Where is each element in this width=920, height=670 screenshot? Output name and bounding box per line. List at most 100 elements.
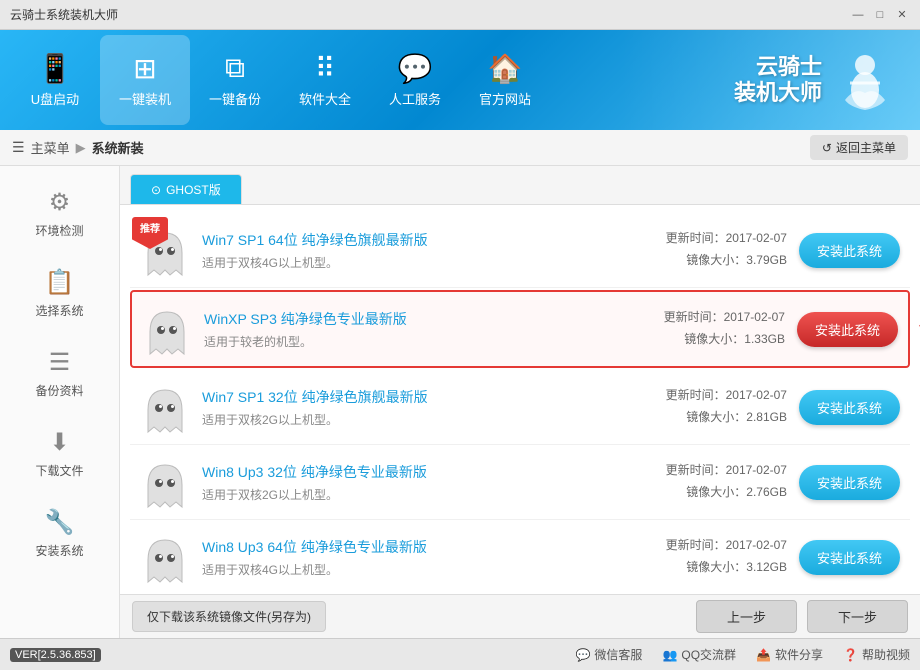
software-share[interactable]: 📤 软件分享 xyxy=(756,646,823,663)
sys-name-5[interactable]: Win8 Up3 64位 纯净绿色专业最新版 xyxy=(202,537,625,557)
backup-nav-label: 一键备份 xyxy=(209,89,261,108)
sys-desc-2: 适用于较老的机型。 xyxy=(204,333,623,350)
prev-button[interactable]: 上一步 xyxy=(696,600,797,633)
wechat-icon: 💬 xyxy=(575,648,590,662)
sys-desc-5: 适用于双核4G以上机型。 xyxy=(202,561,625,578)
qq-label: QQ交流群 xyxy=(681,646,736,663)
share-label: 软件分享 xyxy=(775,646,823,663)
system-item-5: Win8 Up3 64位 纯净绿色专业最新版适用于双核4G以上机型。更新时间：2… xyxy=(130,520,910,594)
header: 📱 U盘启动 ⊞ 一键装机 ⧉一键备份 ⠿ 软件大全 💬 人工服务 🏠官方网站 云骑士 装机大师 xyxy=(0,30,920,130)
share-icon: 📤 xyxy=(756,648,771,662)
wechat-label: 微信客服 xyxy=(594,646,642,663)
sys-info-2: WinXP SP3 纯净绿色专业最新版适用于较老的机型。 xyxy=(204,309,623,350)
sidebar: ⚙ 环境检测 📋选择系统 ☰ 备份资料 ⬇ 下载文件 🔧 安装系统 xyxy=(0,166,120,638)
software-nav-icon: ⠿ xyxy=(315,52,336,85)
sidebar-item-backup[interactable]: ☰ 备份资料 xyxy=(10,336,110,411)
status-bar: VER[2.5.36.853] 💬 微信客服 👥 QQ交流群 📤 软件分享 ❓ … xyxy=(0,638,920,670)
env-sidebar-label: 环境检测 xyxy=(35,222,83,239)
download-sidebar-label: 下载文件 xyxy=(35,462,83,479)
nav-item-onekey[interactable]: ⊞ 一键装机 xyxy=(100,35,190,125)
sidebar-item-install[interactable]: 🔧 安装系统 xyxy=(10,496,110,571)
system-list: 推荐Win7 SP1 64位 纯净绿色旗舰最新版适用于双核4G以上机型。更新时间… xyxy=(120,205,920,594)
wechat-service[interactable]: 💬 微信客服 xyxy=(575,646,642,663)
onekey-nav-label: 一键装机 xyxy=(119,89,171,108)
logo-area: 云骑士 装机大师 xyxy=(734,45,900,115)
ghost-icon-4 xyxy=(140,457,190,507)
breadcrumb-current: 系统新装 xyxy=(92,138,144,157)
sys-info-5: Win8 Up3 64位 纯净绿色专业最新版适用于双核4G以上机型。 xyxy=(202,537,625,578)
sidebar-item-env[interactable]: ⚙ 环境检测 xyxy=(10,176,110,251)
system-item-2: WinXP SP3 纯净绿色专业最新版适用于较老的机型。更新时间：2017-02… xyxy=(130,290,910,368)
window-controls: — □ ✕ xyxy=(850,7,910,23)
download-sidebar-icon: ⬇ xyxy=(49,428,69,457)
sys-meta-3: 更新时间：2017-02-07镜像大小：2.81GB xyxy=(637,385,787,428)
service-nav-label: 人工服务 xyxy=(389,89,441,108)
install-sidebar-label: 安装系统 xyxy=(35,542,83,559)
back-button[interactable]: ↺ 返回主菜单 xyxy=(810,135,908,160)
app-title: 云骑士系统装机大师 xyxy=(10,6,118,23)
breadcrumb-bar: ☰ 主菜单 ▶ 系统新装 ↺ 返回主菜单 xyxy=(0,130,920,166)
software-nav-label: 软件大全 xyxy=(299,89,351,108)
sys-meta-4: 更新时间：2017-02-07镜像大小：2.76GB xyxy=(637,460,787,503)
help-video[interactable]: ❓ 帮助视频 xyxy=(843,646,910,663)
system-item-3: Win7 SP1 32位 纯净绿色旗舰最新版适用于双核2G以上机型。更新时间：2… xyxy=(130,370,910,445)
breadcrumb-separator: ▶ xyxy=(76,140,86,156)
nav-item-service[interactable]: 💬 人工服务 xyxy=(370,35,460,125)
install-btn-4[interactable]: 安装此系统 xyxy=(799,465,900,500)
backup-sidebar-icon: ☰ xyxy=(49,348,71,377)
status-left: VER[2.5.36.853] xyxy=(10,648,101,662)
sys-meta-1: 更新时间：2017-02-07镜像大小：3.79GB xyxy=(637,228,787,271)
version-badge: VER[2.5.36.853] xyxy=(10,648,101,662)
ghost-icon-1: 推荐 xyxy=(140,225,190,275)
sidebar-item-select[interactable]: 📋选择系统 xyxy=(10,256,110,331)
onekey-nav-icon: ⊞ xyxy=(133,52,156,85)
sys-name-4[interactable]: Win8 Up3 32位 纯净绿色专业最新版 xyxy=(202,462,625,482)
next-button[interactable]: 下一步 xyxy=(807,600,908,633)
usb-nav-icon: 📱 xyxy=(38,52,73,85)
select-sidebar-label: 选择系统 xyxy=(35,302,83,319)
tab-ghost[interactable]: ⊙ GHOST版 xyxy=(130,174,242,204)
breadcrumb: ☰ 主菜单 ▶ 系统新装 xyxy=(12,138,144,157)
ghost-tab-icon: ⊙ xyxy=(151,183,161,197)
tabs-bar: ⊙ GHOST版 xyxy=(120,166,920,205)
nav-buttons: 上一步 下一步 xyxy=(696,600,908,633)
sys-info-3: Win7 SP1 32位 纯净绿色旗舰最新版适用于双核2G以上机型。 xyxy=(202,387,625,428)
sys-desc-4: 适用于双核2G以上机型。 xyxy=(202,486,625,503)
install-btn-2[interactable]: 安装此系统↑ xyxy=(797,312,898,347)
bottom-bar: 仅下载该系统镜像文件(另存为) 上一步 下一步 xyxy=(120,594,920,638)
logo-text-line2: 装机大师 xyxy=(734,80,822,106)
maximize-button[interactable]: □ xyxy=(872,7,888,23)
help-label: 帮助视频 xyxy=(862,646,910,663)
content-panel: ⊙ GHOST版 推荐 Win7 SP1 64位 纯净绿色旗舰最新版适用于双核4G… xyxy=(120,166,920,638)
qq-group[interactable]: 👥 QQ交流群 xyxy=(662,646,736,663)
sys-meta-2: 更新时间：2017-02-07镜像大小：1.33GB xyxy=(635,307,785,350)
sys-name-3[interactable]: Win7 SP1 32位 纯净绿色旗舰最新版 xyxy=(202,387,625,407)
sys-info-1: Win7 SP1 64位 纯净绿色旗舰最新版适用于双核4G以上机型。 xyxy=(202,230,625,271)
minimize-button[interactable]: — xyxy=(850,7,866,23)
env-sidebar-icon: ⚙ xyxy=(49,188,71,217)
install-sidebar-icon: 🔧 xyxy=(45,508,75,537)
install-btn-3[interactable]: 安装此系统 xyxy=(799,390,900,425)
backup-sidebar-label: 备份资料 xyxy=(35,382,83,399)
close-button[interactable]: ✕ xyxy=(894,7,910,23)
help-icon: ❓ xyxy=(843,648,858,662)
system-item-4: Win8 Up3 32位 纯净绿色专业最新版适用于双核2G以上机型。更新时间：2… xyxy=(130,445,910,520)
nav-item-website[interactable]: 🏠官方网站 xyxy=(460,35,550,125)
nav-item-usb[interactable]: 📱 U盘启动 xyxy=(10,35,100,125)
titlebar: 云骑士系统装机大师 — □ ✕ xyxy=(0,0,920,30)
install-btn-5[interactable]: 安装此系统 xyxy=(799,540,900,575)
ghost-icon-5 xyxy=(140,532,190,582)
install-btn-1[interactable]: 安装此系统 xyxy=(799,233,900,268)
menu-icon: ☰ xyxy=(12,139,25,156)
nav-item-software[interactable]: ⠿ 软件大全 xyxy=(280,35,370,125)
breadcrumb-home[interactable]: 主菜单 xyxy=(31,138,70,157)
usb-nav-label: U盘启动 xyxy=(31,89,79,108)
nav-item-backup[interactable]: ⧉一键备份 xyxy=(190,35,280,125)
sys-name-1[interactable]: Win7 SP1 64位 纯净绿色旗舰最新版 xyxy=(202,230,625,250)
logo-text-line1: 云骑士 xyxy=(734,54,822,80)
logo-icon xyxy=(830,45,900,115)
sidebar-item-download[interactable]: ⬇ 下载文件 xyxy=(10,416,110,491)
download-only-button[interactable]: 仅下载该系统镜像文件(另存为) xyxy=(132,601,326,632)
sys-name-2[interactable]: WinXP SP3 纯净绿色专业最新版 xyxy=(204,309,623,329)
service-nav-icon: 💬 xyxy=(398,52,433,85)
